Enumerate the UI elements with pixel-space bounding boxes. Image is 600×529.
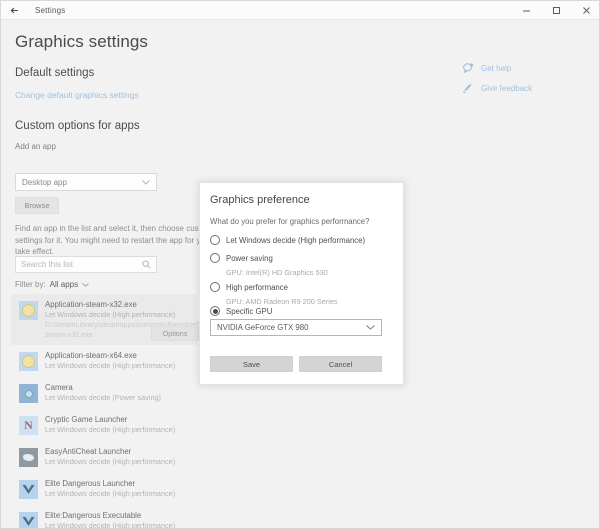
radio-label: High performance xyxy=(226,282,288,292)
app-preference: Let Windows decide (Power saving) xyxy=(45,393,161,402)
custom-options-heading: Custom options for apps xyxy=(15,120,140,132)
app-type-value: Desktop app xyxy=(22,177,67,187)
table-row[interactable]: Elite Dangerous Launcher Let Windows dec… xyxy=(11,473,197,505)
radio-label: Let Windows decide (High performance) xyxy=(226,235,366,245)
app-name: EasyAntiCheat Launcher xyxy=(45,447,132,456)
chevron-down-icon[interactable] xyxy=(82,280,89,289)
gpu-note-high-performance: GPU: AMD Radeon R9 200 Series xyxy=(226,297,338,306)
radio-label: Power saving xyxy=(226,253,273,263)
help-icon xyxy=(463,63,474,73)
options-button[interactable]: Options xyxy=(151,326,199,341)
window-title: Settings xyxy=(35,5,66,15)
app-preference: Let Windows decide (High performance) xyxy=(45,489,176,498)
dialog-title: Graphics preference xyxy=(210,194,310,206)
give-feedback-link[interactable]: Give feedback xyxy=(463,83,532,93)
radio-icon xyxy=(210,253,220,263)
filter-value[interactable]: All apps xyxy=(50,280,78,289)
cancel-button[interactable]: Cancel xyxy=(299,356,382,372)
chevron-down-icon xyxy=(142,178,150,187)
app-name: Elite:Dangerous Executable xyxy=(45,511,142,520)
app-preference: Let Windows decide (High performance) xyxy=(45,425,176,434)
app-name: Application-steam-x64.exe xyxy=(45,351,137,360)
table-row[interactable]: Camera Let Windows decide (Power saving) xyxy=(11,377,197,409)
easyanticheat-icon xyxy=(19,448,38,467)
filter-label: Filter by: xyxy=(15,280,46,289)
get-help-label: Get help xyxy=(481,63,512,73)
radio-label: Specific GPU xyxy=(226,306,273,316)
app-list: Application-steam-x32.exe Let Windows de… xyxy=(11,294,238,529)
app-preference: Let Windows decide (High performance) xyxy=(45,310,176,319)
app-name: Elite Dangerous Launcher xyxy=(45,479,136,488)
elite-icon xyxy=(19,480,38,499)
search-icon xyxy=(142,260,151,269)
table-row[interactable]: N Cryptic Game Launcher Let Windows deci… xyxy=(11,409,197,441)
steam-icon xyxy=(19,352,38,371)
change-default-graphics-settings-link[interactable]: Change default graphics settings xyxy=(15,90,139,100)
app-name: Cryptic Game Launcher xyxy=(45,415,128,424)
browse-button[interactable]: Browse xyxy=(15,197,59,214)
search-input[interactable] xyxy=(21,260,142,269)
dialog-buttons: Save Cancel xyxy=(210,356,382,372)
close-icon[interactable] xyxy=(571,1,599,20)
default-settings-heading: Default settings xyxy=(15,67,95,79)
add-an-app-label: Add an app xyxy=(15,142,56,151)
radio-specific-gpu[interactable]: Specific GPU xyxy=(210,306,272,316)
camera-icon xyxy=(19,384,38,403)
save-button[interactable]: Save xyxy=(210,356,293,372)
app-name: Camera xyxy=(45,383,73,392)
search-list-box[interactable] xyxy=(15,256,157,273)
page-title: Graphics settings xyxy=(15,32,149,51)
cryptic-icon: N xyxy=(19,416,38,435)
radio-power-saving[interactable]: Power saving xyxy=(210,253,273,263)
radio-icon xyxy=(210,282,220,292)
radio-let-windows-decide[interactable]: Let Windows decide (High performance) xyxy=(210,235,365,245)
settings-page: Graphics settings Default settings Chang… xyxy=(1,20,599,529)
radio-icon xyxy=(210,306,220,316)
app-preference: Let Windows decide (High performance) xyxy=(45,521,176,529)
app-preference: Let Windows decide (High performance) xyxy=(45,457,176,466)
table-row[interactable]: EasyAntiCheat Launcher Let Windows decid… xyxy=(11,441,197,473)
chevron-down-icon xyxy=(366,323,375,332)
radio-icon xyxy=(210,235,220,245)
window-controls xyxy=(511,1,599,20)
back-icon[interactable] xyxy=(1,1,27,20)
table-row[interactable]: Application-steam-x32.exe Let Windows de… xyxy=(11,294,238,345)
title-bar: Settings xyxy=(1,1,599,20)
gpu-note-power-saving: GPU: Intel(R) HD Graphics 530 xyxy=(226,268,328,277)
elite-icon xyxy=(19,512,38,528)
graphics-preference-dialog: Graphics preference What do you prefer f… xyxy=(199,182,404,385)
minimize-icon[interactable] xyxy=(511,1,541,20)
app-preference: Let Windows decide (High performance) xyxy=(45,361,176,370)
radio-high-performance[interactable]: High performance xyxy=(210,282,288,292)
get-help-link[interactable]: Get help xyxy=(463,63,532,73)
dialog-question: What do you prefer for graphics performa… xyxy=(210,217,370,226)
settings-window: Settings Graphics settings Default setti… xyxy=(0,0,600,529)
app-type-select[interactable]: Desktop app xyxy=(15,173,157,191)
gpu-select-value: NVIDIA GeForce GTX 980 xyxy=(217,323,309,332)
table-row[interactable]: Application-steam-x64.exe Let Windows de… xyxy=(11,345,197,377)
give-feedback-label: Give feedback xyxy=(481,83,533,93)
feedback-icon xyxy=(463,83,474,93)
maximize-icon[interactable] xyxy=(541,1,571,20)
help-links: Get help Give feedback xyxy=(463,63,532,103)
app-name: Application-steam-x32.exe xyxy=(45,300,137,309)
gpu-select[interactable]: NVIDIA GeForce GTX 980 xyxy=(210,319,382,336)
steam-icon xyxy=(19,301,38,320)
table-row[interactable]: Elite:Dangerous Executable Let Windows d… xyxy=(11,505,197,529)
filter-row: Filter by: All apps xyxy=(15,280,89,289)
